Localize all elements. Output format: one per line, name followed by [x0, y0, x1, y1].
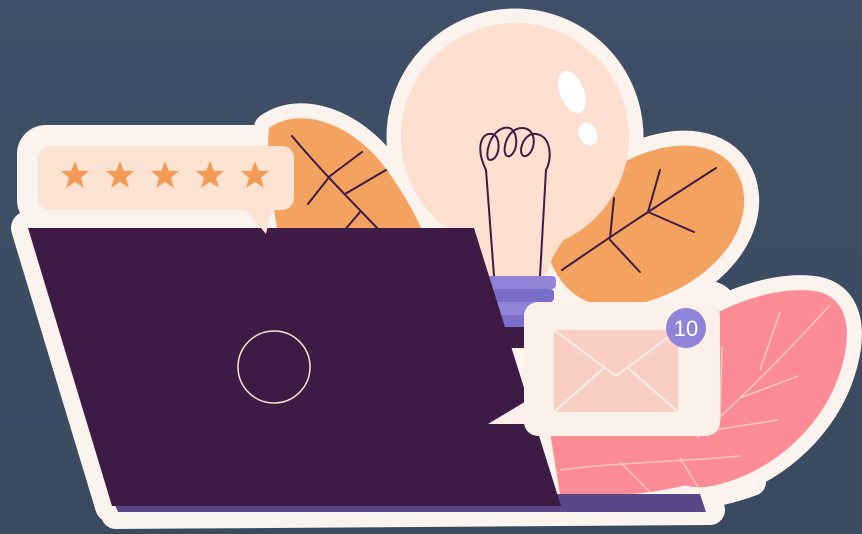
illustration-scene: 10 — [0, 0, 862, 534]
illustration-svg: 10 — [11, 8, 862, 529]
envelope-icon — [553, 329, 679, 413]
notification-badge-count: 10 — [674, 316, 698, 341]
